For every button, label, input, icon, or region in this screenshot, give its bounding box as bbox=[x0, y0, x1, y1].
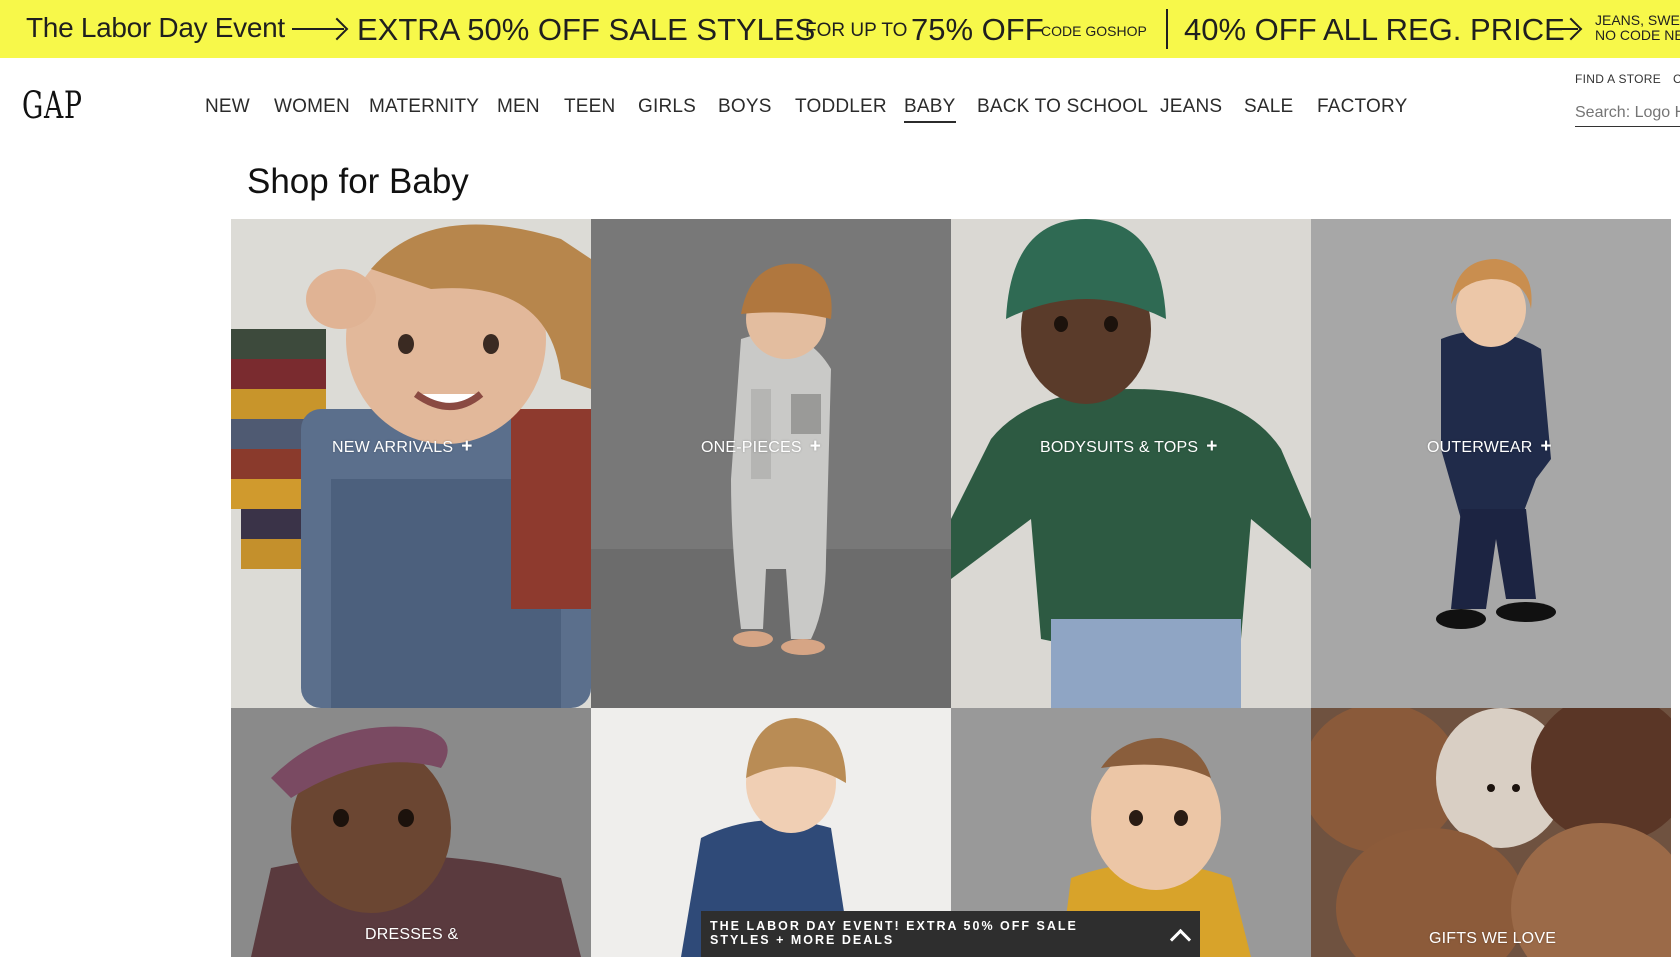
labor-day-deals-drawer[interactable]: THE LABOR DAY EVENT! EXTRA 50% OFF SALE … bbox=[701, 911, 1200, 957]
promo-for-up-to: FOR UP TO bbox=[805, 20, 908, 41]
category-grid: NEW ARRIVALS + ONE-PIECES + BODYSUITS & … bbox=[231, 219, 1671, 957]
gap-logo[interactable]: GAP bbox=[22, 84, 83, 127]
nav-new[interactable]: NEW bbox=[205, 96, 250, 118]
baby-photo-one-pieces bbox=[591, 219, 951, 708]
promo-jeans-line1: JEANS, SWE bbox=[1595, 12, 1680, 28]
nav-sale[interactable]: SALE bbox=[1244, 96, 1293, 118]
plus-icon[interactable]: + bbox=[1206, 436, 1217, 457]
nav-maternity[interactable]: MATERNITY bbox=[369, 96, 479, 118]
promo-jeans-line2: NO CODE NE bbox=[1595, 27, 1680, 43]
tile-label[interactable]: GIFTS WE LOVE bbox=[1429, 930, 1556, 948]
tile-label-text: DRESSES & bbox=[365, 926, 459, 943]
teddy-bears-photo bbox=[1311, 708, 1671, 957]
page-title: Shop for Baby bbox=[247, 162, 469, 201]
nav-factory[interactable]: FACTORY bbox=[1317, 96, 1407, 118]
tile-label[interactable]: NEW ARRIVALS + bbox=[332, 436, 473, 458]
arrow-right-icon bbox=[292, 28, 344, 30]
tile-label[interactable]: OUTERWEAR + bbox=[1427, 436, 1552, 458]
promo-extra-sale[interactable]: EXTRA 50% OFF SALE STYLES bbox=[357, 12, 815, 48]
tile-label-text: OUTERWEAR bbox=[1427, 439, 1533, 456]
nav-boys[interactable]: BOYS bbox=[718, 96, 772, 118]
tile-label-text: NEW ARRIVALS bbox=[332, 439, 454, 456]
baby-photo-bodysuits-tops bbox=[951, 219, 1311, 708]
nav-women[interactable]: WOMEN bbox=[274, 96, 350, 118]
category-tile-bodysuits-tops[interactable]: BODYSUITS & TOPS + bbox=[951, 219, 1311, 708]
nav-toddler[interactable]: TODDLER bbox=[795, 96, 887, 118]
nav-teen[interactable]: TEEN bbox=[564, 96, 615, 118]
baby-photo-dresses bbox=[231, 708, 591, 957]
chevron-up-icon[interactable] bbox=[1169, 928, 1192, 951]
category-tile-outerwear[interactable]: OUTERWEAR + bbox=[1311, 219, 1671, 708]
header-util-link[interactable]: C bbox=[1673, 72, 1680, 86]
promo-jeans-text[interactable]: JEANS, SWE NO CODE NE bbox=[1595, 13, 1680, 43]
promo-40-off[interactable]: 40% OFF bbox=[1184, 12, 1317, 48]
nav-back-to-school[interactable]: BACK TO SCHOOL bbox=[977, 96, 1148, 118]
baby-photo-new-arrivals bbox=[231, 219, 591, 708]
promo-all-reg-price[interactable]: ALL REG. PRICE bbox=[1323, 12, 1565, 48]
category-tile-dresses[interactable]: DRESSES & bbox=[231, 708, 591, 957]
deals-banner-text: THE LABOR DAY EVENT! EXTRA 50% OFF SALE … bbox=[710, 919, 1078, 947]
nav-men[interactable]: MEN bbox=[497, 96, 540, 118]
plus-icon[interactable]: + bbox=[1541, 436, 1552, 457]
promo-banner[interactable]: The Labor Day Event EXTRA 50% OFF SALE S… bbox=[0, 0, 1680, 58]
baby-photo-outerwear bbox=[1311, 219, 1671, 708]
nav-jeans[interactable]: JEANS bbox=[1160, 96, 1222, 118]
promo-code: CODE GOSHOP bbox=[1041, 23, 1147, 39]
tile-label[interactable]: BODYSUITS & TOPS + bbox=[1040, 436, 1218, 458]
tile-label-text: ONE-PIECES bbox=[701, 439, 802, 456]
promo-75-off[interactable]: 75% OFF bbox=[911, 12, 1044, 48]
tile-label[interactable]: ONE-PIECES + bbox=[701, 436, 821, 458]
nav-girls[interactable]: GIRLS bbox=[638, 96, 696, 118]
search-input[interactable] bbox=[1575, 100, 1680, 127]
category-tile-one-pieces[interactable]: ONE-PIECES + bbox=[591, 219, 951, 708]
category-tile-gifts-we-love[interactable]: GIFTS WE LOVE bbox=[1311, 708, 1671, 957]
find-a-store-link[interactable]: FIND A STORE bbox=[1575, 72, 1661, 86]
promo-divider bbox=[1166, 9, 1168, 49]
plus-icon[interactable]: + bbox=[461, 436, 472, 457]
tile-label[interactable]: DRESSES & bbox=[365, 926, 458, 944]
tile-label-text: BODYSUITS & TOPS bbox=[1040, 439, 1199, 456]
category-tile-new-arrivals[interactable]: NEW ARRIVALS + bbox=[231, 219, 591, 708]
nav-baby[interactable]: BABY bbox=[904, 96, 956, 123]
tile-label-text: GIFTS WE LOVE bbox=[1429, 930, 1557, 947]
plus-icon[interactable]: + bbox=[810, 436, 821, 457]
arrow-right-icon bbox=[1552, 28, 1578, 30]
promo-event-title[interactable]: The Labor Day Event bbox=[26, 12, 285, 44]
